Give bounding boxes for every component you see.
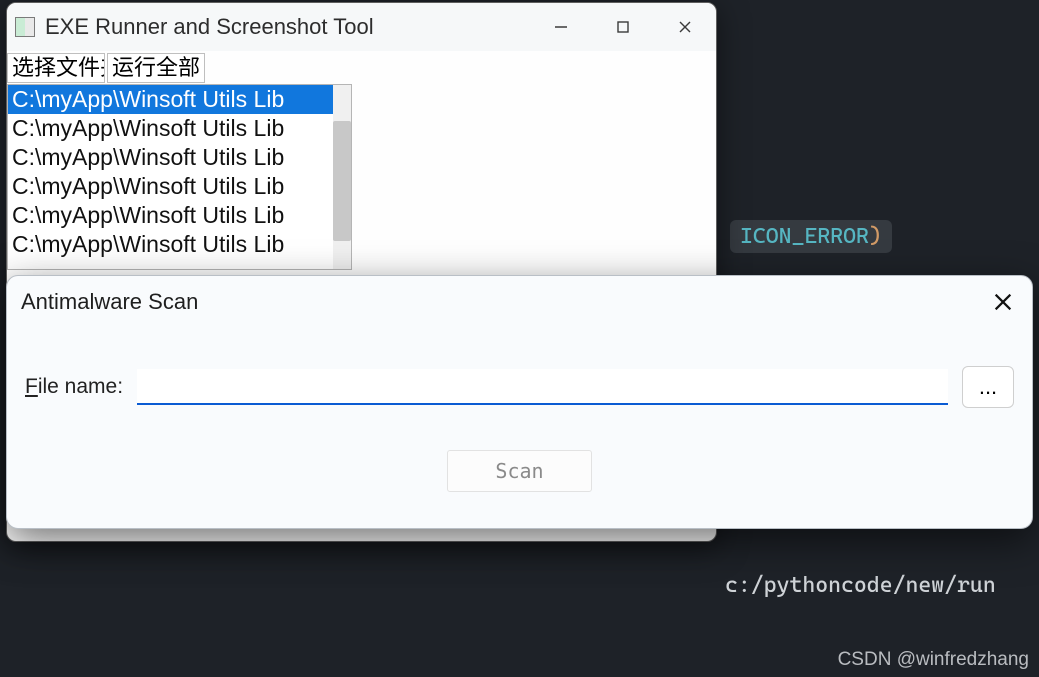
list-item[interactable]: C:\myApp\Winsoft Utils Lib bbox=[8, 230, 351, 259]
file-listbox[interactable]: C:\myApp\Winsoft Utils Lib C:\myApp\Wins… bbox=[7, 84, 352, 270]
window-title: EXE Runner and Screenshot Tool bbox=[45, 14, 374, 40]
file-name-label-rest: ile name: bbox=[38, 375, 123, 398]
browse-button[interactable]: ... bbox=[962, 366, 1014, 408]
file-name-label: File name: bbox=[25, 375, 123, 399]
image-watermark: CSDN @winfredzhang bbox=[838, 649, 1029, 671]
dialog-close-button[interactable] bbox=[988, 287, 1018, 317]
listbox-scrollbar-thumb[interactable] bbox=[333, 121, 351, 241]
maximize-icon bbox=[615, 19, 631, 35]
close-icon bbox=[677, 19, 693, 35]
run-all-button[interactable]: 运行全部 bbox=[107, 53, 205, 83]
list-item[interactable]: C:\myApp\Winsoft Utils Lib bbox=[8, 114, 351, 143]
listbox-scrollbar-track[interactable] bbox=[333, 85, 351, 269]
list-item[interactable]: C:\myApp\Winsoft Utils Lib bbox=[8, 85, 351, 114]
scan-button[interactable]: Scan bbox=[447, 450, 592, 492]
code-path-line: c:/pythoncode/new/run bbox=[725, 573, 996, 598]
antimalware-scan-dialog: Antimalware Scan File name: ... Scan bbox=[6, 275, 1033, 529]
titlebar[interactable]: EXE Runner and Screenshot Tool bbox=[7, 3, 716, 51]
file-row: File name: ... bbox=[7, 328, 1032, 408]
list-item[interactable]: C:\myApp\Winsoft Utils Lib bbox=[8, 143, 351, 172]
maximize-button[interactable] bbox=[592, 3, 654, 51]
choose-files-button[interactable]: 选择文件夹 bbox=[7, 53, 105, 83]
scan-row: Scan bbox=[7, 450, 1032, 492]
minimize-button[interactable] bbox=[530, 3, 592, 51]
list-item[interactable]: C:\myApp\Winsoft Utils Lib bbox=[8, 172, 351, 201]
close-icon bbox=[992, 291, 1014, 313]
dialog-title: Antimalware Scan bbox=[21, 289, 198, 315]
app-icon bbox=[15, 17, 35, 37]
list-item[interactable]: C:\myApp\Winsoft Utils Lib bbox=[8, 201, 351, 230]
dialog-titlebar[interactable]: Antimalware Scan bbox=[7, 276, 1032, 328]
code-token-group: ICON_ERROR) bbox=[730, 220, 892, 253]
minimize-icon bbox=[553, 19, 569, 35]
close-button[interactable] bbox=[654, 3, 716, 51]
code-token-identifier: ICON_ERROR bbox=[740, 224, 869, 249]
caption-buttons bbox=[530, 3, 716, 51]
file-name-label-accel: F bbox=[25, 375, 38, 398]
code-token-paren: ) bbox=[869, 224, 882, 249]
file-name-input[interactable] bbox=[137, 369, 948, 405]
toolbar: 选择文件夹 运行全部 bbox=[7, 51, 716, 83]
